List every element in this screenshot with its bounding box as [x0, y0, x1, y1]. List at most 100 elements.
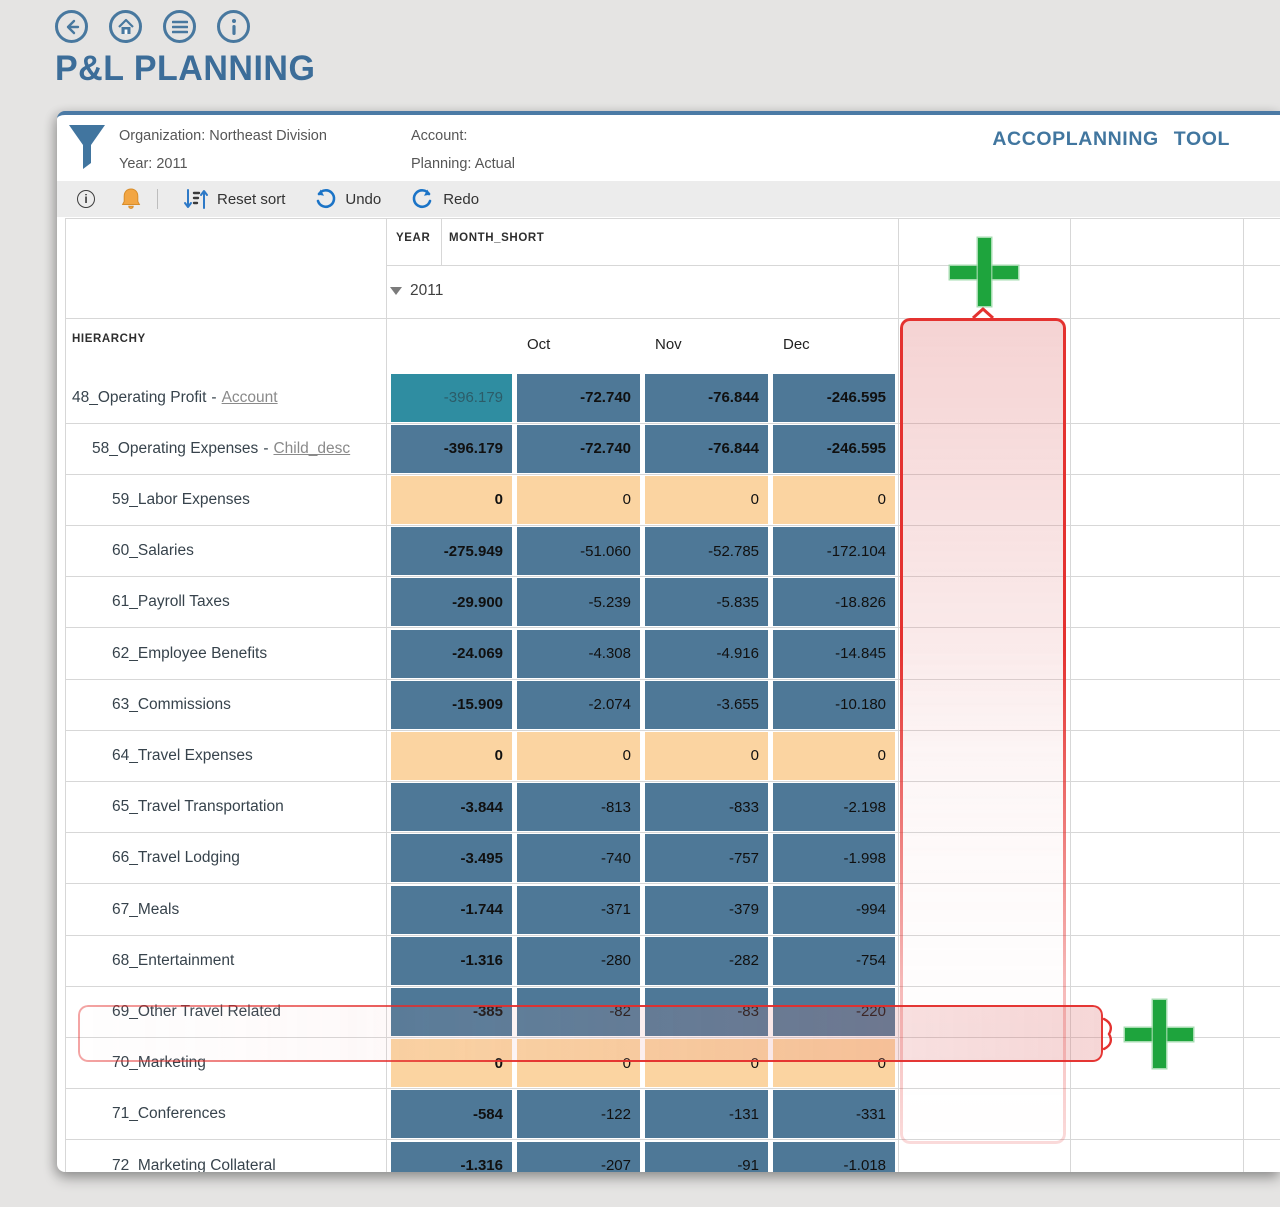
row-label[interactable]: 65_Travel Transportation — [112, 782, 284, 833]
filter-organization[interactable]: Organization: Northeast Division — [119, 128, 327, 144]
row-label-text: 63_Commissions — [112, 695, 231, 713]
value-cell[interactable]: -172.104 — [773, 527, 895, 576]
drop-target-column-caret — [971, 307, 995, 320]
filter-planning[interactable]: Planning: Actual — [411, 156, 515, 172]
grid-info-icon[interactable]: i — [77, 190, 95, 208]
info-icon[interactable] — [217, 10, 250, 43]
row-label[interactable]: 64_Travel Expenses — [112, 730, 253, 781]
value-cell[interactable]: 0 — [391, 731, 512, 780]
value-cell[interactable]: -994 — [773, 885, 895, 934]
value-cell[interactable]: -246.595 — [773, 424, 895, 473]
back-icon[interactable] — [55, 10, 88, 43]
value-cell[interactable]: -15.909 — [391, 680, 512, 729]
year-group-2011[interactable]: 2011 — [390, 282, 443, 300]
value-cell[interactable]: -1.998 — [773, 834, 895, 883]
add-row-plus-button[interactable] — [1125, 1000, 1193, 1068]
value-cell[interactable]: -5.835 — [645, 578, 768, 627]
value-cell[interactable]: 0 — [391, 475, 512, 524]
value-cell[interactable]: -754 — [773, 936, 895, 985]
menu-icon[interactable] — [163, 10, 196, 43]
value-cell[interactable]: -4.308 — [517, 629, 640, 678]
value-cell[interactable]: -282 — [645, 936, 768, 985]
value-cell[interactable]: -207 — [517, 1141, 640, 1172]
row-label[interactable]: 63_Commissions — [112, 679, 231, 730]
row-label[interactable]: 59_Labor Expenses — [112, 474, 250, 525]
value-cell[interactable]: -1.316 — [391, 1141, 512, 1172]
value-cell[interactable]: 0 — [517, 475, 640, 524]
value-cell[interactable]: 0 — [645, 731, 768, 780]
row-label[interactable]: 66_Travel Lodging — [112, 833, 240, 884]
value-cell[interactable]: -5.239 — [517, 578, 640, 627]
value-cell[interactable]: -396.179 — [391, 373, 512, 422]
row-label-text: 72_Marketing Collateral — [112, 1156, 276, 1173]
value-cell[interactable]: -72.740 — [517, 424, 640, 473]
row-header-hierarchy[interactable]: HIERARCHY — [72, 333, 146, 345]
value-cell[interactable]: 0 — [645, 475, 768, 524]
value-cell[interactable]: -2.198 — [773, 783, 895, 832]
value-cell[interactable]: -396.179 — [391, 424, 512, 473]
value-cell[interactable]: -1.018 — [773, 1141, 895, 1172]
filter-icon[interactable] — [67, 123, 107, 171]
value-cell[interactable]: -76.844 — [645, 424, 768, 473]
row-label[interactable]: 68_Entertainment — [112, 935, 234, 986]
value-cell[interactable]: -3.655 — [645, 680, 768, 729]
value-cell[interactable]: -76.844 — [645, 373, 768, 422]
value-cell[interactable]: -1.316 — [391, 936, 512, 985]
year-group-label: 2011 — [410, 282, 444, 299]
column-header-month-short[interactable]: MONTH_SHORT — [449, 232, 544, 244]
value-cell[interactable]: -371 — [517, 885, 640, 934]
hierarchy-link[interactable]: Account — [222, 389, 278, 407]
column-header-year[interactable]: YEAR — [396, 232, 430, 244]
month-header-oct[interactable]: Oct — [527, 336, 550, 353]
row-label[interactable]: 71_Conferences — [112, 1089, 226, 1140]
value-cell[interactable]: -122 — [517, 1090, 640, 1139]
value-cell[interactable]: -833 — [645, 783, 768, 832]
value-cell[interactable]: -72.740 — [517, 373, 640, 422]
month-header-dec[interactable]: Dec — [783, 336, 810, 353]
notifications-bell-icon[interactable] — [121, 188, 141, 210]
value-cell[interactable]: -51.060 — [517, 527, 640, 576]
row-label[interactable]: 67_Meals — [112, 884, 179, 935]
value-cell[interactable]: -379 — [645, 885, 768, 934]
value-cell[interactable]: -757 — [645, 834, 768, 883]
redo-button[interactable]: Redo — [411, 187, 479, 211]
value-cell[interactable]: -14.845 — [773, 629, 895, 678]
value-cell[interactable]: -29.900 — [391, 578, 512, 627]
value-cell[interactable]: 0 — [517, 731, 640, 780]
value-cell[interactable]: -52.785 — [645, 527, 768, 576]
row-label[interactable]: 61_Payroll Taxes — [112, 577, 230, 628]
value-cell[interactable]: -331 — [773, 1090, 895, 1139]
value-cell[interactable]: -91 — [645, 1141, 768, 1172]
undo-button[interactable]: Undo — [313, 187, 381, 211]
value-cell[interactable]: -3.495 — [391, 834, 512, 883]
value-cell[interactable]: -813 — [517, 783, 640, 832]
value-cell[interactable]: -24.069 — [391, 629, 512, 678]
row-label[interactable]: 58_Operating Expenses - Child_desc — [92, 423, 350, 474]
value-cell[interactable]: 0 — [773, 731, 895, 780]
month-header-nov[interactable]: Nov — [655, 336, 682, 353]
row-label[interactable]: 72_Marketing Collateral — [112, 1140, 276, 1173]
value-cell[interactable]: -740 — [517, 834, 640, 883]
value-cell[interactable]: -280 — [517, 936, 640, 985]
value-cell[interactable]: -3.844 — [391, 783, 512, 832]
reset-sort-button[interactable]: Reset sort — [183, 187, 285, 211]
value-cell[interactable]: -131 — [645, 1090, 768, 1139]
row-label[interactable]: 60_Salaries — [112, 526, 194, 577]
filter-account[interactable]: Account: — [411, 128, 467, 144]
home-icon[interactable] — [109, 10, 142, 43]
value-cell[interactable]: -2.074 — [517, 680, 640, 729]
value-cell[interactable]: -246.595 — [773, 373, 895, 422]
row-label[interactable]: 62_Employee Benefits — [112, 628, 267, 679]
value-cell[interactable]: -4.916 — [645, 629, 768, 678]
value-cell[interactable]: -10.180 — [773, 680, 895, 729]
value-cell[interactable]: 0 — [773, 475, 895, 524]
add-column-plus-button[interactable] — [950, 238, 1018, 306]
value-cell[interactable]: -1.744 — [391, 885, 512, 934]
value-cell[interactable]: -275.949 — [391, 527, 512, 576]
hierarchy-link[interactable]: Child_desc — [273, 440, 350, 458]
filter-year[interactable]: Year: 2011 — [119, 156, 188, 172]
collapse-triangle-icon[interactable] — [390, 287, 402, 295]
value-cell[interactable]: -584 — [391, 1090, 512, 1139]
value-cell[interactable]: -18.826 — [773, 578, 895, 627]
row-label[interactable]: 48_Operating Profit - Account — [72, 372, 278, 423]
